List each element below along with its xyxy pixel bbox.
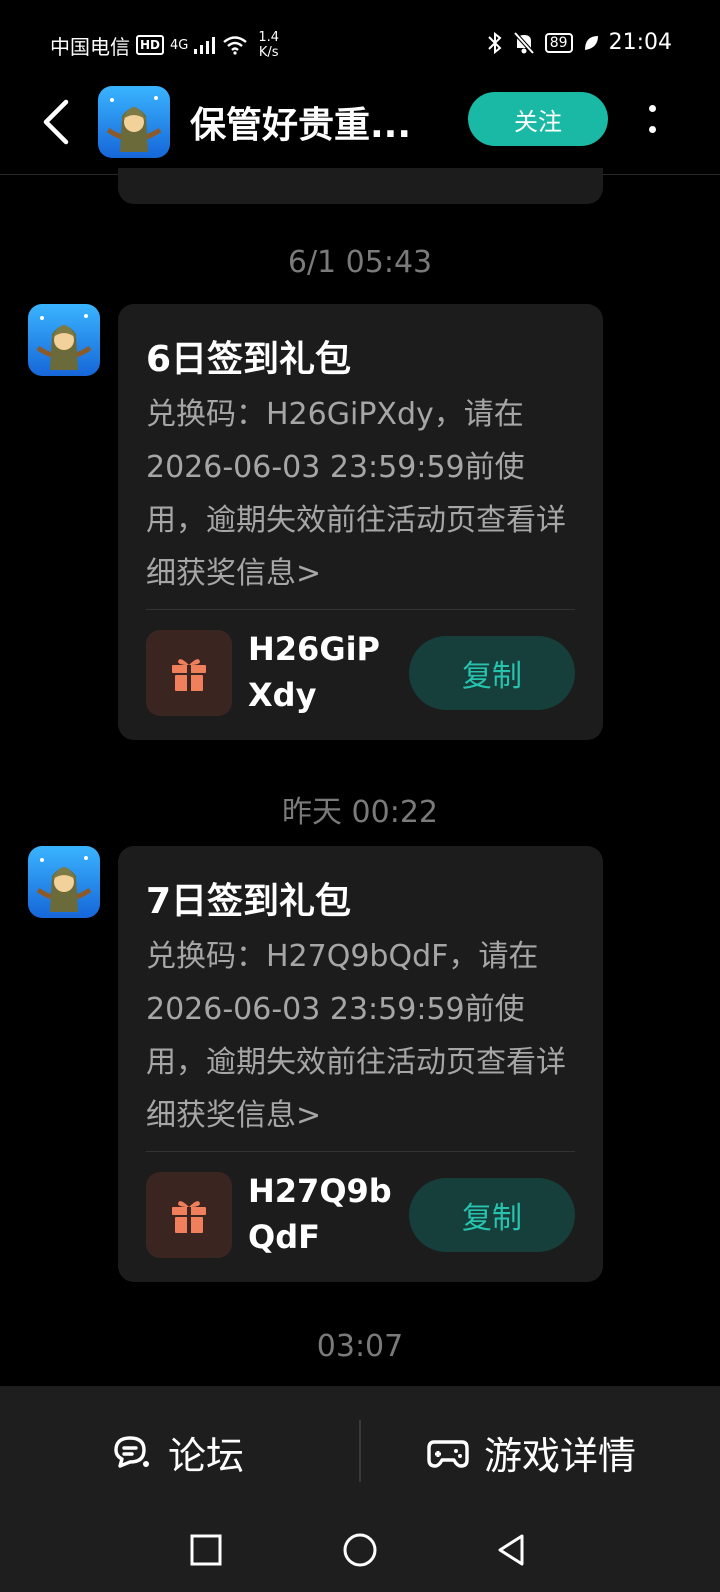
game-details-tab[interactable]: 游戏详情 [426,1422,636,1482]
carrier-label: 中国电信 [50,34,130,59]
speed-unit: K/s [258,45,279,60]
gift-box-icon [146,630,232,716]
recent-apps-icon[interactable] [186,1530,226,1570]
bottom-bar: 论坛 游戏详情 [0,1386,720,1592]
forum-label: 论坛 [168,1433,245,1478]
follow-button[interactable]: 关注 [468,92,608,146]
app-character-icon [28,304,100,376]
forum-tab[interactable]: 论坛 [110,1422,244,1482]
message-timestamp: 昨天 00:22 [282,795,438,830]
message-timestamp: 03:07 [316,1329,404,1364]
more-options-icon[interactable] [636,100,668,140]
speed-value: 1.4 [258,30,280,45]
page-title: 保管好贵重... [190,105,412,146]
gift-message-card[interactable]: 6日签到礼包 兑换码：H26GiPXdy，请在2026-06-03 23:59:… [118,304,603,740]
gift-title: 6日签到礼包 [146,339,352,380]
game-details-label: 游戏详情 [484,1433,637,1478]
gift-description[interactable]: 兑换码：H26GiPXdy，请在2026-06-03 23:59:59前使用，逾… [146,388,576,600]
system-back-icon[interactable] [492,1530,532,1570]
app-avatar[interactable] [98,86,170,158]
copy-button[interactable]: 复制 [409,636,575,710]
status-right: 89 21:04 [487,30,672,55]
app-character-icon [28,846,100,918]
status-bar: 中国电信 HD 4G 1.4 K/s 89 21:04 [0,0,720,86]
sender-avatar[interactable] [28,846,100,918]
redeem-code: H26GiPXdy [248,630,380,714]
card-divider [146,1151,575,1152]
network-speed: 1.4 K/s [258,30,279,60]
home-icon[interactable] [340,1530,380,1570]
wifi-icon [223,36,248,55]
previous-message-card [118,168,603,204]
copy-button[interactable]: 复制 [409,1178,575,1252]
forum-chat-icon [114,1436,149,1468]
hd-badge: HD [136,35,165,55]
leaf-icon [584,35,598,50]
gift-message-card[interactable]: 7日签到礼包 兑换码：H27Q9bQdF，请在2026-06-03 23:59:… [118,846,603,1282]
card-divider [146,609,575,610]
gamepad-icon [427,1440,469,1468]
message-timestamp: 6/1 05:43 [287,245,433,280]
app-character-icon [98,86,170,158]
status-left: 中国电信 HD 4G 1.4 K/s [50,30,279,60]
bottom-divider [359,1420,361,1482]
gift-title: 7日签到礼包 [146,881,352,922]
battery-level: 89 [544,32,573,53]
chat-header: 保管好贵重... 关注 [0,86,720,175]
redeem-code: H27Q9bQdF [248,1172,392,1256]
gift-description[interactable]: 兑换码：H27Q9bQdF，请在2026-06-03 23:59:59前使用，逾… [146,930,576,1142]
back-arrow-icon[interactable] [38,94,78,150]
network-type: 4G [170,37,189,53]
clock: 21:04 [608,30,672,55]
system-navigation-bar [0,1516,720,1592]
mute-bell-icon [513,31,535,54]
gift-box-icon [146,1172,232,1258]
bluetooth-icon [488,31,502,54]
signal-icon [194,37,216,54]
sender-avatar[interactable] [28,304,100,376]
